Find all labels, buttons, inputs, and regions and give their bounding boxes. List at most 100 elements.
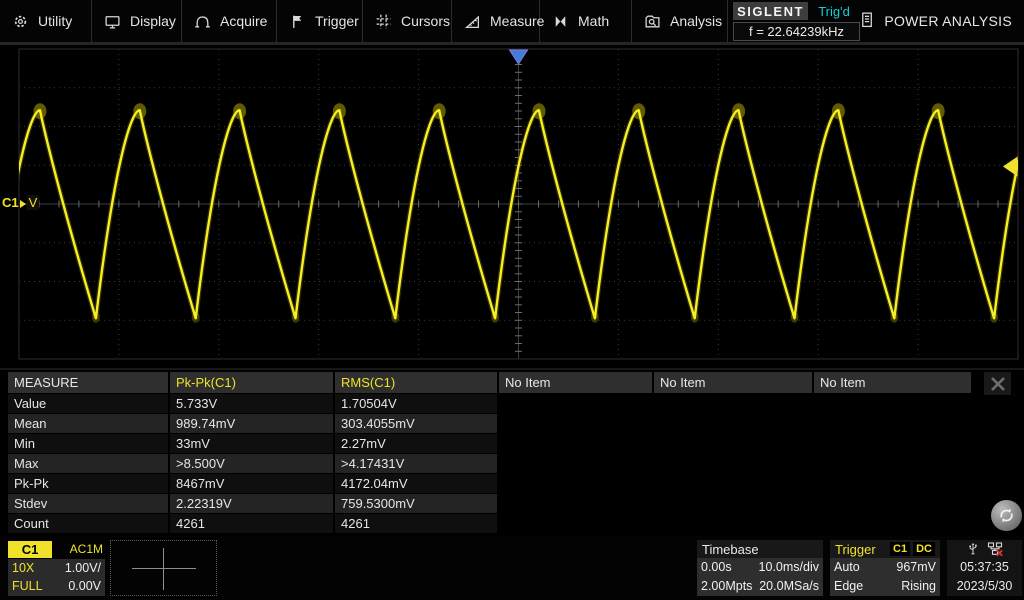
menu-item-utility[interactable]: Utility [0, 0, 92, 42]
trigger-box[interactable]: Trigger C1 DC Auto 967mV Edge Rising [830, 540, 940, 596]
measure-value-cell [499, 434, 652, 453]
trigger-level: 967mV [896, 560, 936, 575]
status-box[interactable]: 05:37:35 2023/5/30 [947, 540, 1022, 596]
measure-value-cell [814, 434, 971, 453]
menu-item-math[interactable]: Math [540, 0, 632, 42]
menu-item-label: Cursors [401, 13, 451, 29]
cursors-icon [375, 13, 392, 30]
crosshair-icon [163, 548, 164, 590]
measure-value-cell [814, 414, 971, 433]
measure-row-label: Pk-Pk [8, 474, 168, 493]
measure-value-cell: 2.27mV [335, 434, 497, 453]
clipboard-icon [858, 11, 875, 31]
measure-value-cell [499, 454, 652, 473]
measure-panel-title: MEASURE [8, 372, 168, 393]
measure-value-cell: 759.5300mV [335, 494, 497, 513]
measure-value-cell: 5.733V [170, 394, 333, 413]
measure-row-label: Min [8, 434, 168, 453]
trigger-type: Edge [834, 578, 864, 593]
measure-value-cell: >8.500V [170, 454, 333, 473]
measure-value-cell [814, 454, 971, 473]
measure-value-cell [814, 494, 971, 513]
empty-channel-slot[interactable] [110, 540, 217, 596]
measure-row-label: Mean [8, 414, 168, 433]
memory-depth: 2.00Mpts [701, 578, 753, 593]
measure-table: MEASURE Pk-Pk(C1) RMS(C1) No Item No Item No … [8, 372, 971, 533]
top-menu-bar: Utility Display Acquire Trigger Cursors Measu… [0, 0, 1024, 42]
measure-column-header[interactable]: No Item [814, 372, 971, 393]
waveform-display[interactable]: C1 V [0, 45, 1024, 368]
timebase-box[interactable]: Timebase 0.00s 10.0ms/div 2.00Mpts 20.0MSa… [697, 540, 823, 596]
menu-item-cursors[interactable]: Cursors [363, 0, 452, 42]
measure-row-label: Count [8, 514, 168, 533]
measure-value-cell [814, 474, 971, 493]
timebase-title: Timebase [702, 541, 759, 557]
channel-1-box[interactable]: C1 AC1M 10X 1.00V/ FULL 0.00V [8, 540, 105, 596]
menu-item-label: Acquire [220, 13, 268, 29]
trigger-source: C1 [890, 542, 911, 556]
measure-value-cell [654, 434, 812, 453]
measure-column-header[interactable]: No Item [654, 372, 812, 393]
measure-value-cell [814, 514, 971, 533]
trigger-position-marker[interactable] [508, 49, 529, 65]
usb-icon [969, 542, 977, 555]
menu-item-label: Analysis [670, 13, 723, 29]
menu-item-label: Measure [490, 13, 545, 29]
crosshair-icon [132, 568, 196, 569]
trigger-level-marker[interactable] [1003, 156, 1018, 177]
refresh-icon [1000, 508, 1013, 523]
measure-value-cell [654, 394, 812, 413]
flag-icon [289, 13, 306, 30]
measure-value-cell: 1.70504V [335, 394, 497, 413]
logo-block: SIGLENT Trig'd f = 22.64239kHz [733, 2, 860, 41]
measure-close-button[interactable] [984, 372, 1011, 395]
measure-value-cell [499, 494, 652, 513]
measure-value-cell: 33mV [170, 434, 333, 453]
channel-coupling: AC1M [69, 542, 103, 556]
menu-item-acquire[interactable]: Acquire [182, 0, 277, 42]
measure-row-label: Value [8, 394, 168, 413]
measure-value-cell [654, 474, 812, 493]
measure-column-header[interactable]: Pk-Pk(C1) [170, 372, 333, 393]
measure-value-cell: 2.22319V [170, 494, 333, 513]
measure-value-cell [654, 414, 812, 433]
offset-arrow-icon [19, 199, 26, 208]
channel-badge: C1 [8, 540, 52, 558]
channel-offset-label: C1 [2, 195, 19, 210]
clock-date: 2023/5/30 [956, 579, 1013, 593]
measure-value-cell: 8467mV [170, 474, 333, 493]
menu-item-trigger[interactable]: Trigger [277, 0, 363, 42]
measure-value-cell: 4261 [170, 514, 333, 533]
menu-item-analysis[interactable]: Analysis [632, 0, 728, 42]
probe-attenuation: 10X [12, 561, 35, 575]
channel-offset-marker[interactable]: C1 V [2, 195, 40, 210]
menu-item-label: Math [578, 13, 610, 29]
measure-value-cell: 303.4055mV [335, 414, 497, 433]
menu-items: Utility Display Acquire Trigger Cursors Measu… [0, 0, 728, 42]
measure-value-cell [654, 494, 812, 513]
analysis-icon [644, 13, 661, 30]
channel-unit-label: V [26, 195, 40, 210]
c1-trace [19, 103, 1018, 323]
trigger-coupling: DC [913, 542, 935, 556]
bottom-bar: C1 AC1M 10X 1.00V/ FULL 0.00V Timebase 0.0… [0, 536, 1024, 600]
measure-column-header[interactable]: RMS(C1) [335, 372, 497, 393]
menu-item-display[interactable]: Display [92, 0, 182, 42]
measure-column-header[interactable]: No Item [499, 372, 652, 393]
clock-time: 05:37:35 [960, 560, 1009, 574]
sample-rate: 20.0MSa/s [759, 578, 819, 593]
frequency-counter: f = 22.64239kHz [733, 22, 860, 41]
menu-item-label: Trigger [315, 13, 359, 29]
close-icon [990, 376, 1005, 391]
trigger-title: Trigger [835, 541, 876, 557]
menu-item-measure[interactable]: Measure [452, 0, 544, 42]
menu-item-power-analysis[interactable]: POWER ANALYSIS [848, 0, 1022, 42]
math-icon [552, 13, 569, 30]
refresh-circle-button[interactable] [991, 500, 1022, 531]
measure-panel: MEASURE Pk-Pk(C1) RMS(C1) No Item No Item No … [0, 368, 1024, 536]
acquire-icon [194, 13, 211, 30]
power-analysis-label: POWER ANALYSIS [884, 13, 1012, 29]
menu-item-label: Display [130, 13, 176, 29]
time-per-div: 10.0ms/div [758, 560, 819, 575]
measure-value-cell [499, 394, 652, 413]
